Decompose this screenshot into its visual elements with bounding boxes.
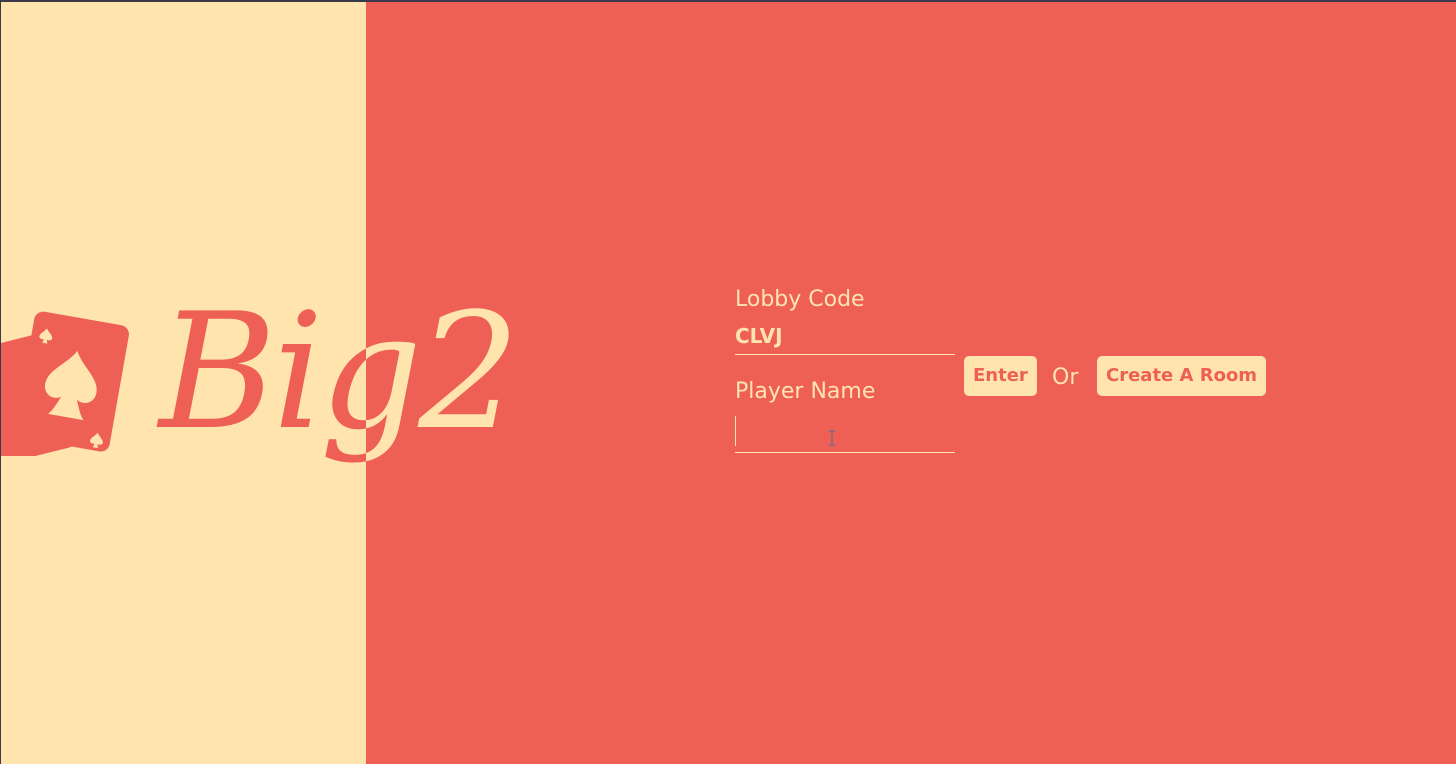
app-logo: Big2 Big2 — [1, 282, 561, 492]
playing-cards-icon — [1, 311, 129, 456]
join-form: Lobby Code Enter Or Create A Room Player… — [735, 286, 1295, 476]
ibeam-cursor-icon — [829, 430, 835, 446]
page: Big2 Big2 Lobby Code Enter Or Create A R… — [0, 0, 1456, 764]
enter-button[interactable]: Enter — [964, 356, 1037, 396]
player-name-input[interactable] — [735, 412, 955, 453]
lobby-code-label: Lobby Code — [735, 287, 865, 312]
lobby-code-input[interactable] — [735, 318, 955, 355]
text-caret — [735, 416, 736, 446]
player-name-row — [735, 406, 1295, 476]
or-separator: Or — [1052, 365, 1079, 390]
lobby-row: Enter Or Create A Room — [735, 314, 1295, 396]
create-room-button[interactable]: Create A Room — [1097, 356, 1267, 396]
